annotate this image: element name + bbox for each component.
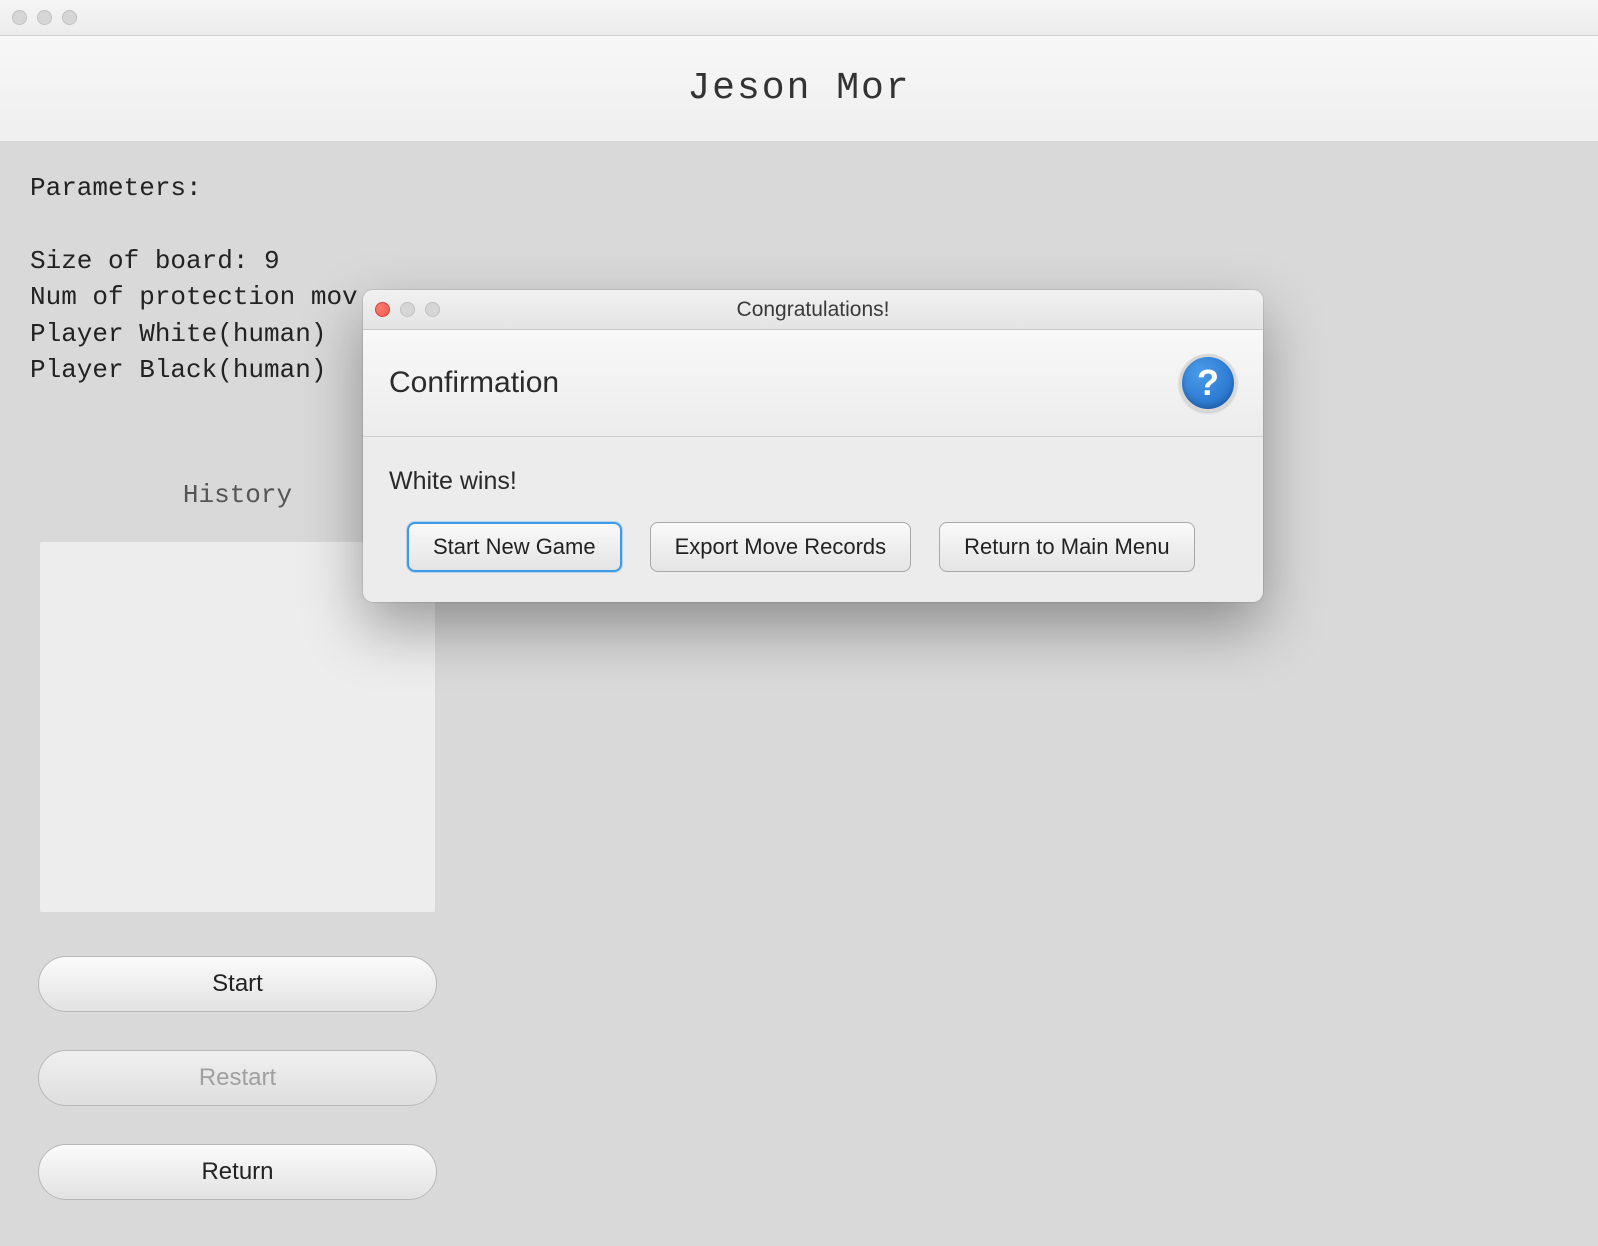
protection-moves-line: Num of protection mov [30, 282, 358, 312]
confirmation-dialog: Congratulations! Confirmation ? White wi… [363, 290, 1263, 602]
maximize-icon[interactable] [62, 10, 77, 25]
dialog-body: White wins! Start New Game Export Move R… [363, 437, 1263, 602]
return-button[interactable]: Return [38, 1144, 437, 1200]
maximize-icon [425, 302, 440, 317]
page-title: Jeson Mor [687, 67, 910, 110]
player-white-line: Player White(human) [30, 319, 326, 349]
traffic-lights-dialog [375, 302, 440, 317]
board-size-line: Size of board: 9 [30, 246, 280, 276]
dialog-titlebar: Congratulations! [363, 290, 1263, 330]
sidebar-buttons: Start Restart Return [30, 956, 445, 1200]
dialog-header: Confirmation ? [363, 330, 1263, 437]
dialog-buttons: Start New Game Export Move Records Retur… [389, 522, 1237, 584]
dialog-header-title: Confirmation [389, 366, 559, 400]
start-button[interactable]: Start [38, 956, 437, 1012]
close-icon[interactable] [375, 302, 390, 317]
return-to-main-menu-button[interactable]: Return to Main Menu [939, 522, 1194, 572]
dialog-title: Congratulations! [363, 298, 1263, 322]
traffic-lights-main [12, 10, 77, 25]
minimize-icon [400, 302, 415, 317]
close-icon[interactable] [12, 10, 27, 25]
start-new-game-button[interactable]: Start New Game [407, 522, 622, 572]
main-titlebar [0, 0, 1598, 36]
main-window: Jeson Mor Parameters: Size of board: 9 N… [0, 0, 1598, 1246]
minimize-icon[interactable] [37, 10, 52, 25]
player-black-line: Player Black(human) [30, 355, 326, 385]
dialog-message: White wins! [389, 467, 1237, 496]
export-move-records-button[interactable]: Export Move Records [650, 522, 912, 572]
parameters-label: Parameters: [30, 173, 202, 203]
question-icon: ? [1179, 354, 1237, 412]
header-bar: Jeson Mor [0, 36, 1598, 142]
restart-button[interactable]: Restart [38, 1050, 437, 1106]
